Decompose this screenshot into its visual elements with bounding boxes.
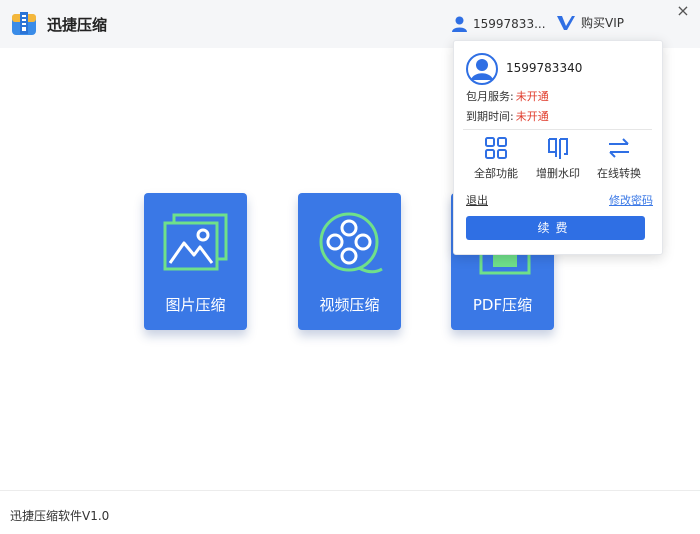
renew-button[interactable]: 续费 — [466, 216, 645, 240]
all-functions-label: 全部功能 — [474, 167, 518, 180]
image-compress-card[interactable]: 图片压缩 — [144, 193, 247, 330]
popup-username: 1599783340 — [506, 61, 583, 75]
monthly-service-value: 未开通 — [515, 90, 549, 103]
footer-divider — [0, 490, 700, 491]
all-functions-button[interactable]: 全部功能 — [464, 135, 528, 181]
video-compress-card[interactable]: 视频压缩 — [298, 193, 401, 330]
monthly-service-row: 包月服务: 未开通 — [466, 88, 549, 104]
logout-link[interactable]: 退出 — [466, 192, 488, 208]
app-title: 迅捷压缩 — [47, 16, 108, 34]
monthly-service-label: 包月服务: — [466, 90, 514, 103]
app-logo-icon — [12, 12, 36, 35]
grid-icon — [485, 137, 507, 159]
header-username: 15997833... — [473, 17, 546, 31]
version-text: 迅捷压缩软件V1.0 — [10, 509, 110, 523]
image-icon — [163, 213, 228, 271]
account-popup: 1599783340 包月服务: 未开通 到期时间: 未开通 全部功能 增删水印 在… — [453, 40, 663, 255]
expire-time-row: 到期时间: 未开通 — [466, 108, 549, 124]
stamp-icon — [548, 138, 568, 159]
video-compress-label: 视频压缩 — [319, 296, 380, 314]
online-convert-label: 在线转换 — [597, 167, 641, 180]
expire-time-label: 到期时间: — [466, 110, 514, 123]
popup-divider — [463, 129, 652, 130]
change-password-link[interactable]: 修改密码 — [609, 192, 653, 208]
expire-time-value: 未开通 — [515, 110, 549, 123]
close-button[interactable]: × — [674, 2, 692, 20]
buy-vip-label: 购买VIP — [581, 16, 624, 30]
image-compress-label: 图片压缩 — [165, 296, 226, 314]
film-reel-icon — [319, 212, 383, 274]
user-account-button[interactable]: 15997833... — [452, 15, 546, 33]
convert-icon — [609, 138, 629, 158]
online-convert-button[interactable]: 在线转换 — [587, 135, 651, 181]
watermark-label: 增删水印 — [536, 167, 580, 180]
user-icon — [452, 16, 467, 32]
watermark-button[interactable]: 增删水印 — [526, 135, 590, 181]
pdf-compress-label: PDF压缩 — [472, 296, 533, 314]
buy-vip-button[interactable]: 购买VIP — [557, 14, 624, 31]
avatar-icon — [466, 53, 498, 85]
vip-v-icon — [557, 15, 575, 30]
